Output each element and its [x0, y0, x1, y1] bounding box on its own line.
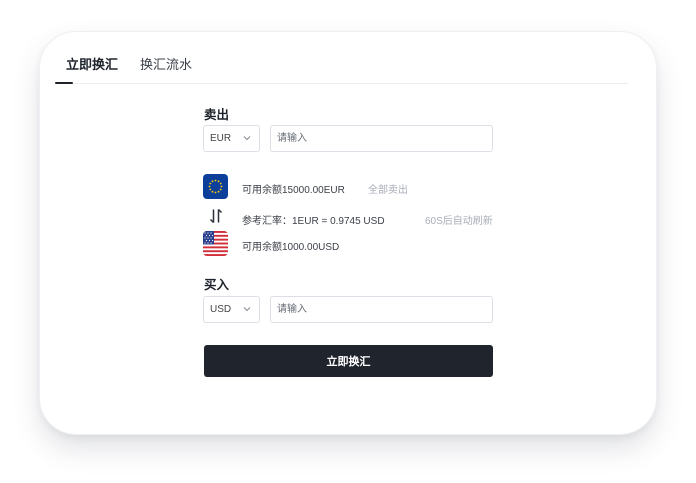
tab-bar: 立即换汇 换汇流水	[66, 57, 628, 84]
sell-balance: 可用余额15000.00EUR	[242, 185, 345, 196]
sell-currency-value: EUR	[210, 133, 232, 144]
buy-currency-select[interactable]: USD	[203, 296, 260, 323]
buy-balance: 可用余额1000.00USD	[242, 242, 340, 253]
buy-amount-input[interactable]	[270, 296, 493, 323]
exchange-card: 立即换汇 换汇流水 卖出 EUR 请输入 可用余额15000.00EUR 全部卖…	[40, 32, 656, 434]
eu-flag-icon	[203, 174, 228, 199]
tab-exchange-history[interactable]: 换汇流水	[140, 57, 192, 73]
active-tab-indicator	[55, 82, 73, 84]
sell-currency-select[interactable]: EUR	[203, 125, 260, 152]
buy-label: 买入	[204, 278, 230, 292]
chevron-down-icon	[243, 307, 251, 312]
sell-all-link[interactable]: 全部卖出	[368, 181, 408, 196]
chevron-down-icon	[243, 136, 251, 141]
sell-label: 卖出	[204, 108, 230, 122]
buy-currency-value: USD	[210, 304, 232, 315]
exchange-now-button[interactable]: 立即换汇	[204, 345, 493, 377]
auto-refresh-countdown: 60S后自动刷新	[425, 216, 493, 227]
sell-amount-input[interactable]	[270, 125, 493, 152]
swap-vertical-icon[interactable]	[209, 208, 223, 224]
reference-rate: 参考汇率：1EUR = 0.9745 USD	[242, 216, 385, 227]
us-flag-icon	[203, 231, 228, 256]
tab-exchange-now[interactable]: 立即换汇	[66, 57, 118, 73]
